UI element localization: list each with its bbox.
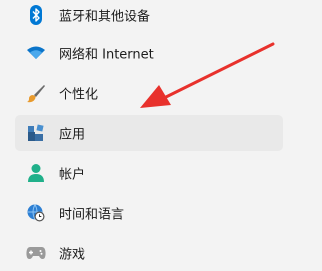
apps-icon bbox=[26, 123, 46, 143]
settings-sidebar: 蓝牙和其他设备 网络和 Internet 个性化 应用 帐户 时间和语言 游戏 bbox=[0, 0, 322, 267]
sidebar-item-bluetooth[interactable]: 蓝牙和其他设备 bbox=[15, 0, 283, 33]
sidebar-item-personalization[interactable]: 个性化 bbox=[15, 75, 283, 111]
sidebar-item-label: 网络和 Internet bbox=[59, 47, 154, 63]
wifi-icon bbox=[26, 43, 46, 63]
sidebar-item-label: 蓝牙和其他设备 bbox=[59, 9, 151, 25]
sidebar-item-label: 时间和语言 bbox=[59, 207, 125, 223]
bluetooth-icon bbox=[26, 5, 46, 25]
sidebar-item-gaming[interactable]: 游戏 bbox=[15, 235, 283, 271]
sidebar-item-apps[interactable]: 应用 bbox=[15, 115, 283, 151]
sidebar-item-label: 帐户 bbox=[59, 167, 86, 183]
sidebar-item-label: 游戏 bbox=[59, 247, 86, 263]
sidebar-item-label: 应用 bbox=[59, 127, 86, 143]
globe-clock-icon bbox=[26, 203, 46, 223]
brush-icon bbox=[26, 83, 46, 103]
sidebar-item-label: 个性化 bbox=[59, 87, 99, 103]
gamepad-icon bbox=[26, 243, 46, 263]
person-icon bbox=[26, 163, 46, 183]
sidebar-item-time-language[interactable]: 时间和语言 bbox=[15, 195, 283, 231]
sidebar-item-network[interactable]: 网络和 Internet bbox=[15, 35, 283, 71]
sidebar-item-accounts[interactable]: 帐户 bbox=[15, 155, 283, 191]
